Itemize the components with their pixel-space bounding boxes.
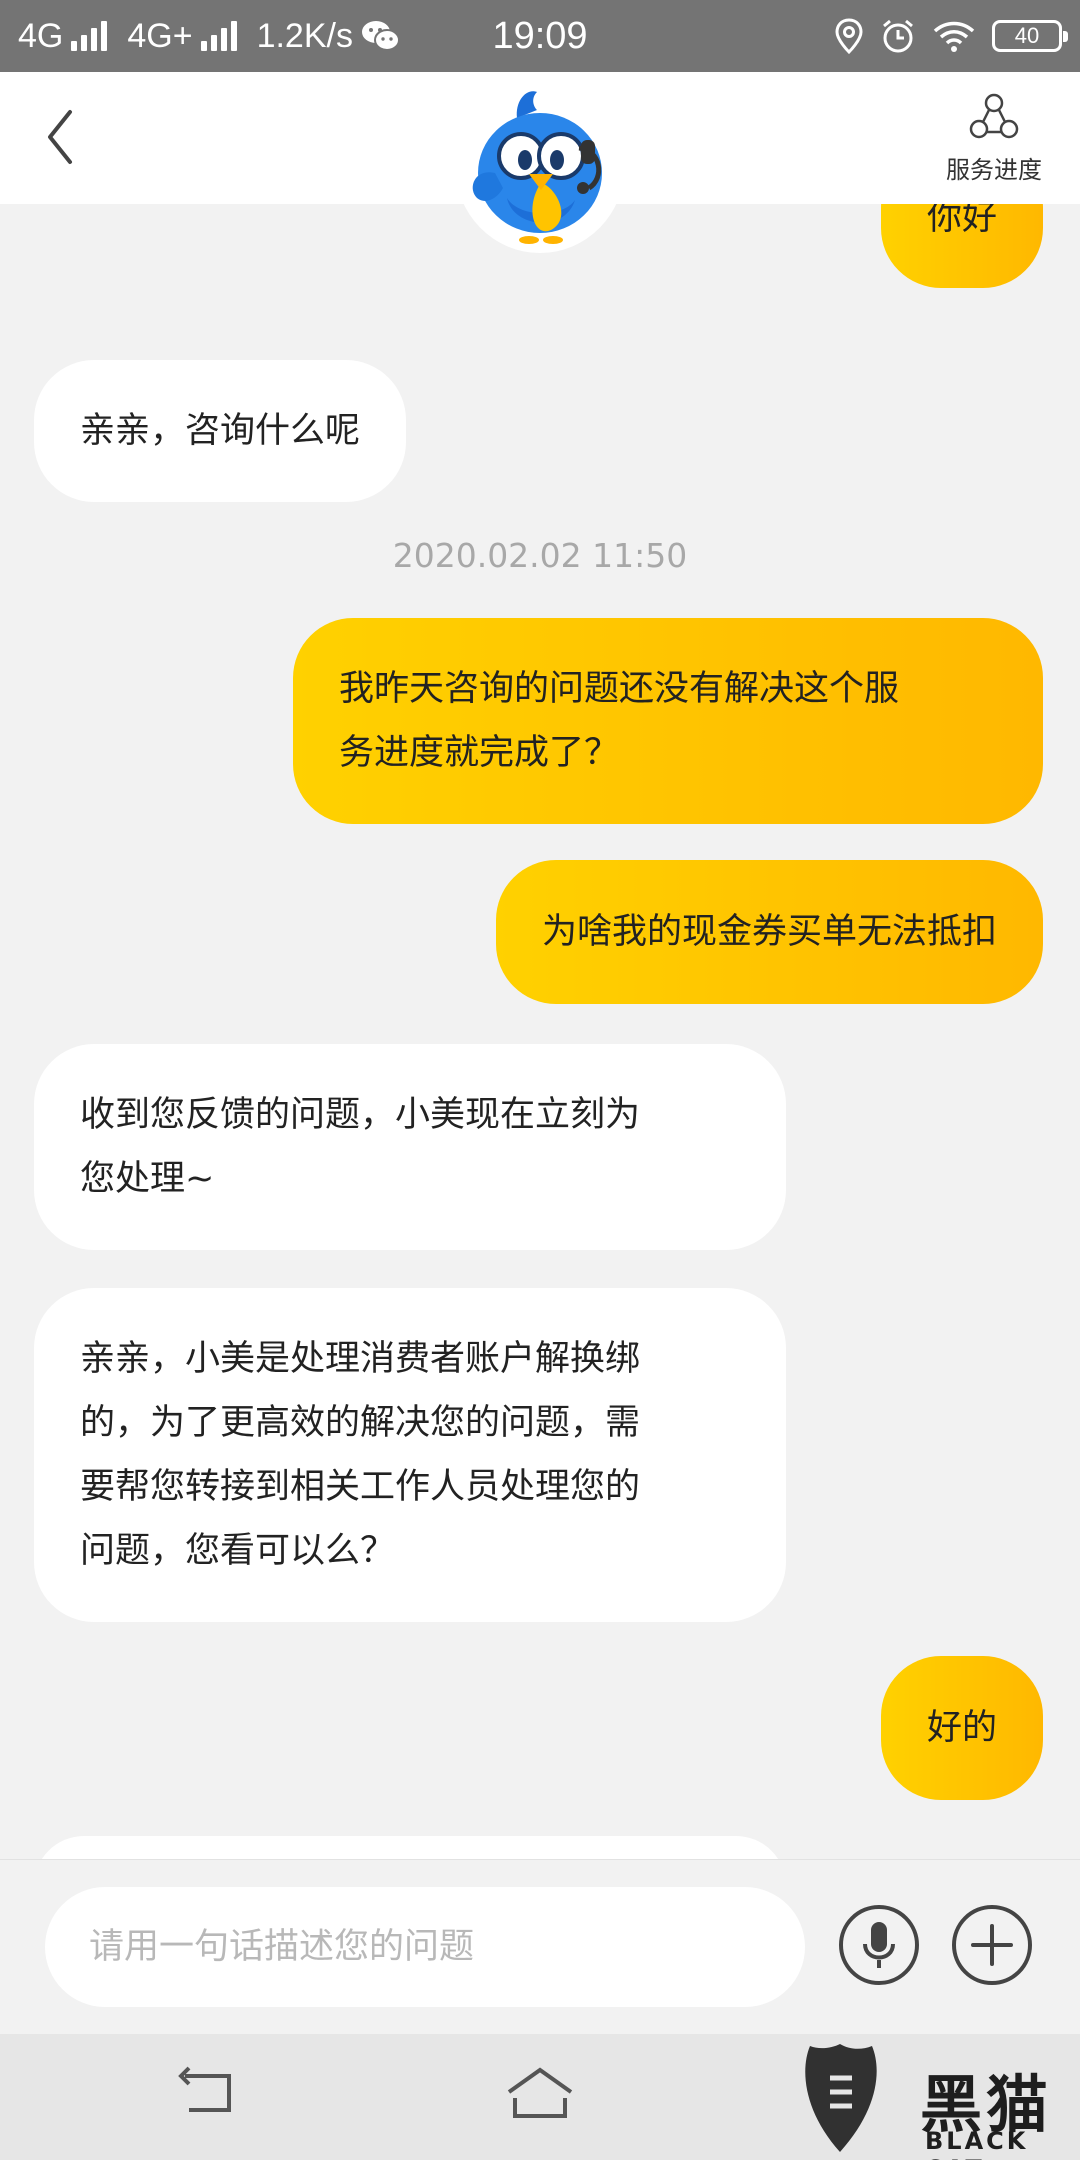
- service-progress-icon: [969, 93, 1019, 139]
- wifi-icon: [933, 21, 975, 52]
- location-icon: [835, 18, 863, 54]
- input-bar: [0, 1859, 1080, 2034]
- alarm-icon: [883, 19, 913, 53]
- nav-back-icon[interactable]: [175, 2064, 245, 2124]
- message-bubble-outgoing[interactable]: 好的: [880, 1656, 1043, 1800]
- battery-icon: 40: [992, 20, 1068, 52]
- message-bubble-incoming[interactable]: 亲亲，咨询什么呢: [34, 360, 407, 502]
- chat-screen: 4G 4G+ 1.2K/s 19:09 40 服务进度 你好 亲亲，咨询什么呢 …: [0, 0, 1080, 2160]
- message-input[interactable]: [45, 1887, 805, 2007]
- message-bubble-outgoing[interactable]: 为啥我的现金券买单无法抵扣: [495, 860, 1043, 1004]
- microphone-icon[interactable]: [838, 1904, 920, 1986]
- status-bar: 4G 4G+ 1.2K/s 19:09 40: [0, 0, 1080, 72]
- message-timestamp: 2020.02.02 11:50: [392, 536, 688, 575]
- add-icon[interactable]: [951, 1904, 1033, 1986]
- watermark-subtext: BLACK CAT: [925, 2127, 1029, 2160]
- message-bubble-incoming[interactable]: 亲亲，小美是处理消费者账户解换绑 的，为了更高效的解决您的问题，需 要帮您转接到…: [34, 1288, 786, 1622]
- message-list[interactable]: 你好 亲亲，咨询什么呢 2020.02.02 11:50 我昨天咨询的问题还没有…: [0, 204, 1080, 1859]
- message-bubble-incoming-partial[interactable]: [34, 1836, 786, 1859]
- service-progress-label: 服务进度: [946, 156, 1042, 184]
- service-progress-button[interactable]: 服务进度: [924, 92, 1064, 192]
- blue-bird-mascot-icon: [472, 91, 602, 244]
- avatar: [455, 78, 625, 253]
- back-arrow-icon[interactable]: [30, 102, 100, 172]
- message-bubble-incoming[interactable]: 收到您反馈的问题，小美现在立刻为 您处理~: [34, 1044, 786, 1250]
- nav-home-icon[interactable]: [505, 2064, 575, 2124]
- message-bubble-outgoing[interactable]: 我昨天咨询的问题还没有解决这个服 务进度就完成了？: [293, 618, 1043, 824]
- message-bubble-outgoing[interactable]: 你好: [880, 204, 1043, 288]
- status-right: 40: [834, 0, 1068, 72]
